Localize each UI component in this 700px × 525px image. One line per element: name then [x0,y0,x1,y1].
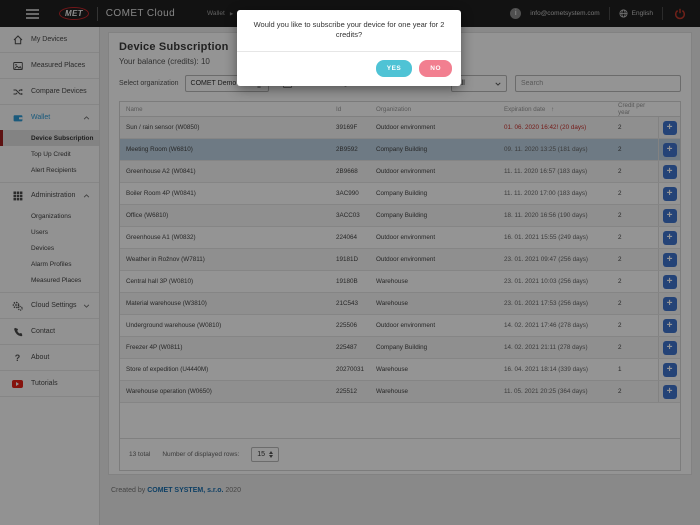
no-button[interactable]: NO [419,60,452,77]
subscribe-confirm-dialog: Would you like to subscribe your device … [237,10,461,86]
dialog-message: Would you like to subscribe your device … [237,10,461,51]
dialog-footer: YES NO [237,51,461,86]
yes-button[interactable]: YES [376,60,413,77]
